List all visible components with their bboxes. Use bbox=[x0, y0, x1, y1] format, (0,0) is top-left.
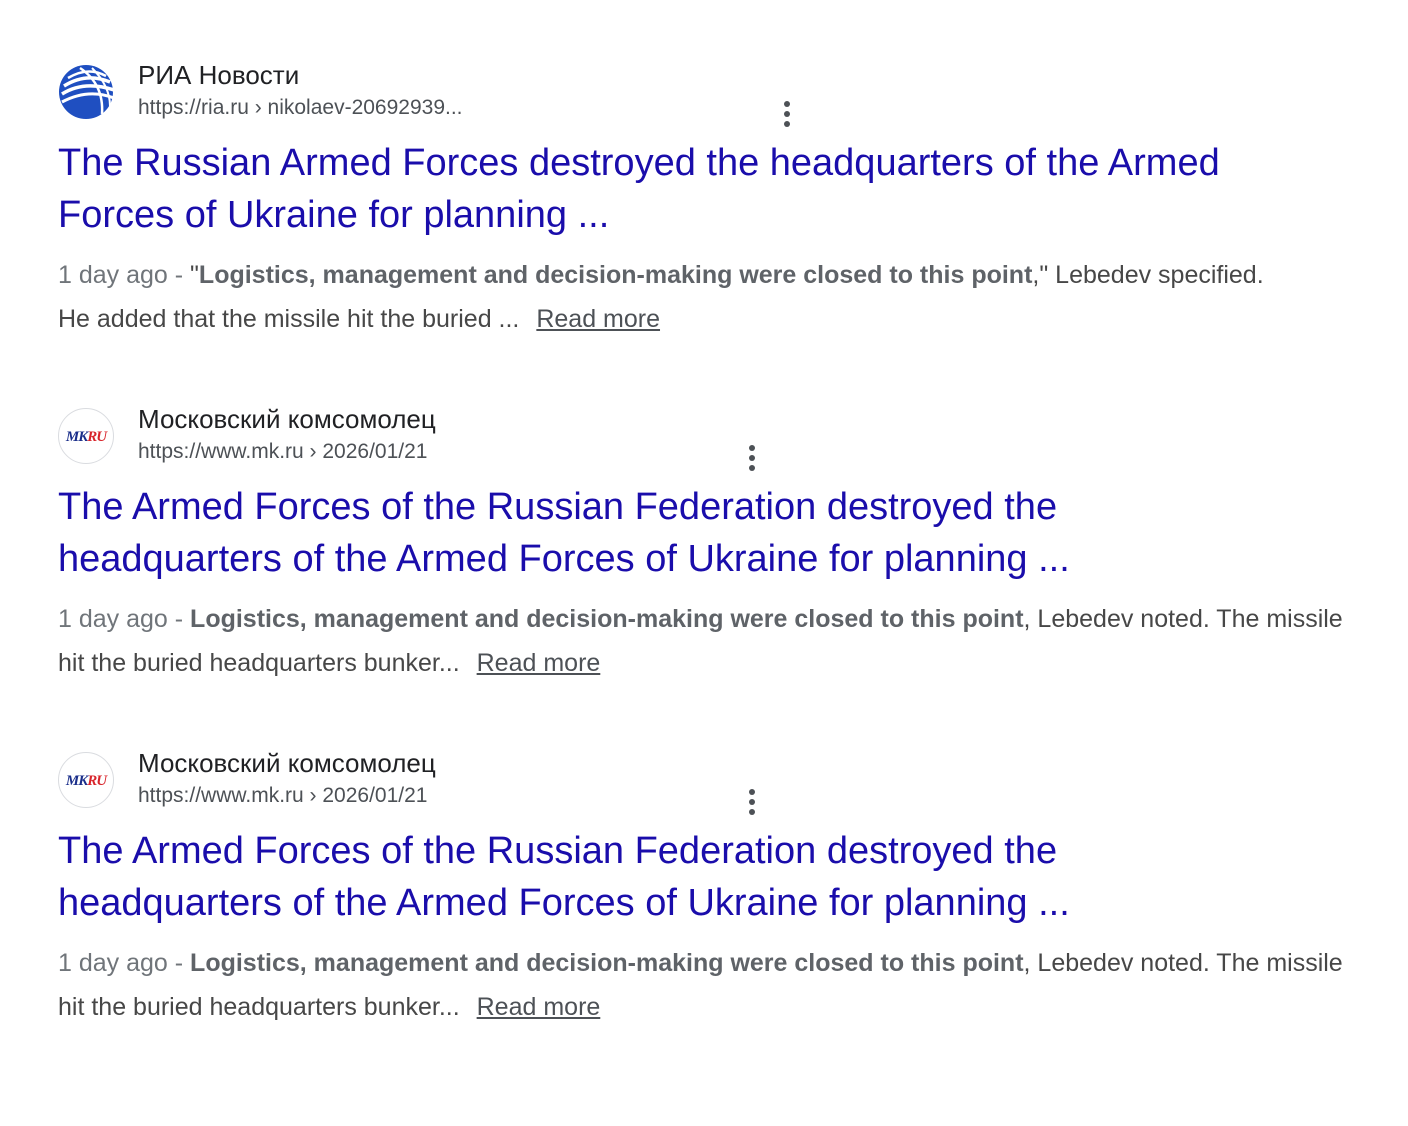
result-date: 1 day ago bbox=[58, 261, 168, 289]
more-options-icon[interactable] bbox=[740, 442, 764, 474]
svg-text:MKRU: MKRU bbox=[65, 773, 108, 789]
result-title-link[interactable]: The Armed Forces of the Russian Federati… bbox=[58, 825, 1368, 929]
date-separator: - bbox=[167, 261, 191, 289]
search-result: MKRU Московский комсомолец https://www.m… bbox=[58, 746, 1368, 1029]
result-snippet: 1 day ago - "Logistics, management and d… bbox=[58, 253, 1298, 341]
result-source: РИА Новости https://ria.ru › nikolaev-20… bbox=[58, 58, 1368, 128]
search-result: MKRU Московский комсомолец https://www.m… bbox=[58, 402, 1368, 685]
title-line-2: headquarters of the Armed Forces of Ukra… bbox=[58, 538, 1070, 580]
result-source: MKRU Московский комсомолец https://www.m… bbox=[58, 746, 1368, 816]
mkru-logo-icon[interactable]: MKRU bbox=[58, 408, 114, 464]
more-options-icon[interactable] bbox=[740, 786, 764, 818]
site-name[interactable]: Московский комсомолец bbox=[138, 746, 436, 780]
title-line-1: The Russian Armed Forces destroyed the h… bbox=[58, 142, 1220, 184]
site-name[interactable]: РИА Новости bbox=[138, 58, 463, 92]
title-line-1: The Armed Forces of the Russian Federati… bbox=[58, 486, 1058, 528]
ria-globe-icon[interactable] bbox=[58, 64, 114, 120]
snippet-highlight: Logistics, management and decision-makin… bbox=[190, 605, 1024, 633]
source-text: Московский комсомолец https://www.mk.ru … bbox=[138, 402, 436, 468]
svg-text:MKRU: MKRU bbox=[65, 429, 108, 445]
snippet-highlight: Logistics, management and decision-makin… bbox=[190, 949, 1024, 977]
site-url[interactable]: https://www.mk.ru › 2026/01/21 bbox=[138, 436, 436, 468]
search-result: РИА Новости https://ria.ru › nikolaev-20… bbox=[58, 58, 1368, 341]
read-more-link[interactable]: Read more bbox=[477, 993, 601, 1021]
snippet-highlight: Logistics, management and decision-makin… bbox=[198, 261, 1033, 289]
title-line-2: Forces of Ukraine for planning ... bbox=[58, 194, 610, 236]
title-line-1: The Armed Forces of the Russian Federati… bbox=[58, 830, 1058, 872]
read-more-link[interactable]: Read more bbox=[477, 649, 601, 677]
site-url[interactable]: https://ria.ru › nikolaev-20692939... bbox=[138, 92, 463, 124]
result-title-link[interactable]: The Russian Armed Forces destroyed the h… bbox=[58, 137, 1368, 241]
site-name[interactable]: Московский комсомолец bbox=[138, 402, 436, 436]
result-snippet: 1 day ago - Logistics, management and de… bbox=[58, 597, 1368, 685]
date-separator: - bbox=[167, 949, 191, 977]
date-separator: - bbox=[167, 605, 191, 633]
result-date: 1 day ago bbox=[58, 949, 168, 977]
source-text: РИА Новости https://ria.ru › nikolaev-20… bbox=[138, 58, 463, 124]
mkru-logo-icon[interactable]: MKRU bbox=[58, 752, 114, 808]
result-title-link[interactable]: The Armed Forces of the Russian Federati… bbox=[58, 481, 1368, 585]
title-line-2: headquarters of the Armed Forces of Ukra… bbox=[58, 882, 1070, 924]
more-options-icon[interactable] bbox=[775, 98, 799, 130]
snippet-prefix: " bbox=[190, 261, 199, 289]
read-more-link[interactable]: Read more bbox=[536, 305, 660, 333]
site-url[interactable]: https://www.mk.ru › 2026/01/21 bbox=[138, 780, 436, 812]
result-date: 1 day ago bbox=[58, 605, 168, 633]
source-text: Московский комсомолец https://www.mk.ru … bbox=[138, 746, 436, 812]
result-snippet: 1 day ago - Logistics, management and de… bbox=[58, 941, 1368, 1029]
result-source: MKRU Московский комсомолец https://www.m… bbox=[58, 402, 1368, 472]
